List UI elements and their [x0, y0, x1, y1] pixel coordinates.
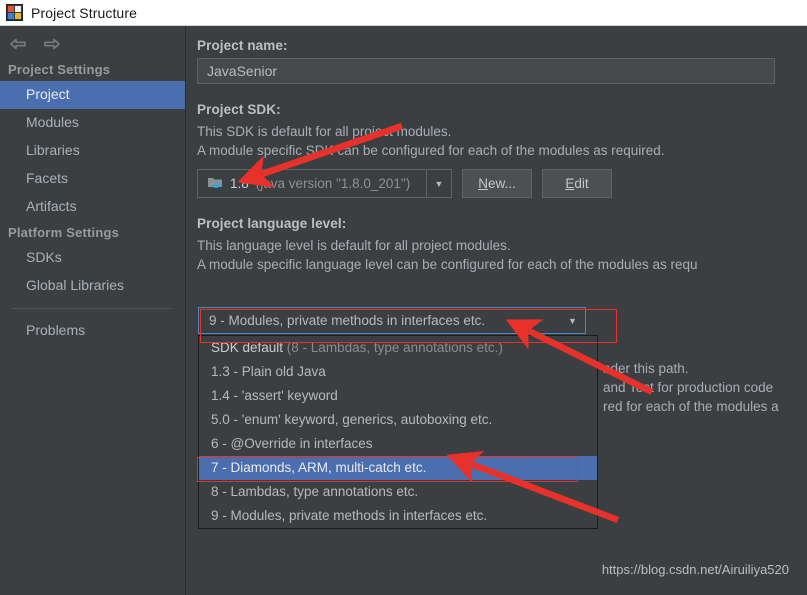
sidebar-divider [12, 308, 173, 309]
dropdown-option-1-3[interactable]: 1.3 - Plain old Java [199, 360, 597, 384]
language-level-combo-value: 9 - Modules, private methods in interfac… [209, 313, 486, 328]
project-sdk-section: Project SDK: This SDK is default for all… [197, 102, 807, 198]
project-sdk-combo[interactable]: 1.8 (java version "1.8.0_201") ▼ [197, 169, 452, 198]
project-language-level-label: Project language level: [197, 216, 347, 231]
project-sdk-label: Project SDK: [197, 102, 281, 117]
arrow-left-icon[interactable] [8, 36, 28, 52]
dropdown-option-5-0[interactable]: 5.0 - 'enum' keyword, generics, autoboxi… [199, 408, 597, 432]
sidebar-item-modules[interactable]: Modules [0, 109, 185, 137]
language-level-chevron-down-icon[interactable]: ▼ [560, 307, 585, 334]
settings-sidebar: Project Settings Project Modules Librari… [0, 26, 186, 595]
sidebar-group-project-settings: Project Settings [8, 62, 111, 77]
dropdown-option-7[interactable]: 7 - Diamonds, ARM, multi-catch etc. [199, 456, 597, 480]
project-sdk-version: 1.8 [230, 176, 249, 191]
new-sdk-button[interactable]: New... [462, 169, 532, 198]
project-sdk-combo-value: 1.8 (java version "1.8.0_201") [198, 175, 426, 192]
jdk-folder-icon [207, 175, 223, 192]
dropdown-option-9[interactable]: 9 - Modules, private methods in interfac… [199, 504, 597, 528]
title-bar: Project Structure [0, 0, 807, 26]
sidebar-nav-bar [0, 26, 185, 58]
project-name-input[interactable]: JavaSenior [197, 58, 775, 84]
project-structure-window: Project Structure Project Settings Proje… [0, 0, 807, 595]
language-level-desc-line1: This language level is default for all p… [197, 238, 511, 253]
arrow-right-icon[interactable] [42, 36, 62, 52]
sidebar-item-facets[interactable]: Facets [0, 165, 185, 193]
project-settings-panel: Project name: JavaSenior Project SDK: Th… [187, 26, 807, 595]
language-level-combo[interactable]: 9 - Modules, private methods in interfac… [198, 307, 586, 334]
language-level-desc-line2: A module specific language level can be … [197, 257, 698, 272]
dropdown-option-sdk-default[interactable]: SDK default (8 - Lambdas, type annotatio… [199, 336, 597, 360]
project-sdk-detail: (java version "1.8.0_201") [255, 176, 411, 191]
watermark-url: https://blog.csdn.net/Airuiliya520 [601, 562, 789, 577]
window-title: Project Structure [31, 4, 137, 21]
edit-sdk-button[interactable]: Edit [542, 169, 612, 198]
project-sdk-desc-line1: This SDK is default for all project modu… [197, 124, 452, 139]
project-name-value: JavaSenior [207, 63, 278, 79]
dropdown-option-1-4[interactable]: 1.4 - 'assert' keyword [199, 384, 597, 408]
sidebar-item-problems[interactable]: Problems [0, 317, 185, 345]
sidebar-item-libraries[interactable]: Libraries [0, 137, 185, 165]
sidebar-item-sdks[interactable]: SDKs [0, 244, 185, 272]
sidebar-item-artifacts[interactable]: Artifacts [0, 193, 185, 221]
sidebar-group-platform-settings: Platform Settings [8, 225, 120, 240]
chevron-down-icon[interactable]: ▼ [426, 170, 451, 197]
project-sdk-desc-line2: A module specific SDK can be configured … [197, 143, 665, 158]
sidebar-item-global-libraries[interactable]: Global Libraries [0, 272, 185, 300]
intellij-idea-icon [6, 4, 23, 21]
dropdown-option-8[interactable]: 8 - Lambdas, type annotations etc. [199, 480, 597, 504]
language-level-dropdown-list[interactable]: SDK default (8 - Lambdas, type annotatio… [198, 335, 598, 529]
project-name-label: Project name: [197, 38, 288, 53]
sidebar-item-project[interactable]: Project [0, 81, 185, 109]
dropdown-option-6[interactable]: 6 - @Override in interfaces [199, 432, 597, 456]
project-language-level-section: Project language level: This language le… [197, 216, 807, 274]
project-sdk-row: 1.8 (java version "1.8.0_201") ▼ New... … [197, 169, 807, 198]
